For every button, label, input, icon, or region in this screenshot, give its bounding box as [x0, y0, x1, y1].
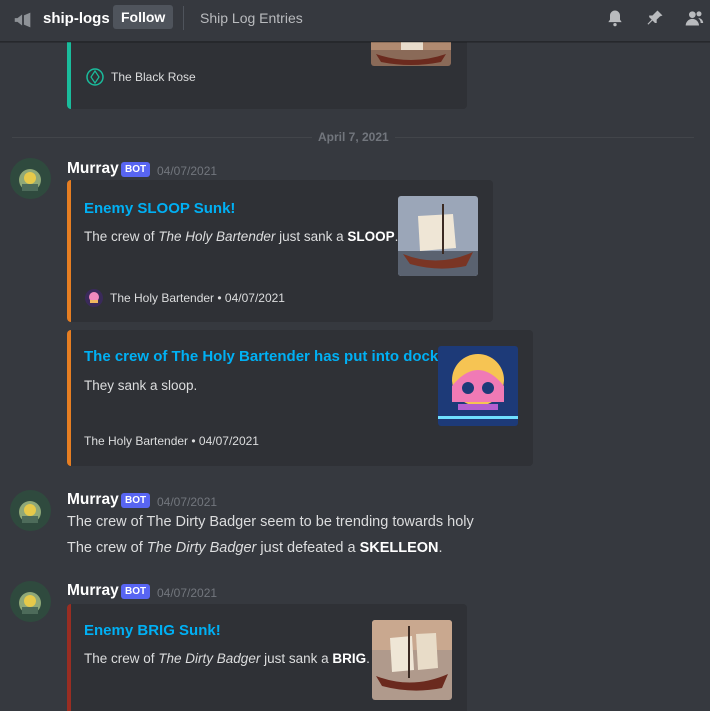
ship-thumbnail[interactable] — [398, 196, 478, 276]
embed-title[interactable]: The crew of The Holy Bartender has put i… — [84, 348, 443, 365]
embed-footer: The Holy Bartender • 04/07/2021 — [84, 288, 285, 308]
embed-description: They sank a sloop. — [84, 378, 198, 393]
embed-sloop-sunk: Enemy SLOOP Sunk! The crew of The Holy B… — [67, 180, 493, 322]
ship-thumbnail[interactable] — [372, 620, 452, 700]
embed-footer: The Holy Bartender • 04/07/2021 — [84, 434, 259, 448]
black-rose-emblem-icon — [86, 68, 104, 86]
follow-button[interactable]: Follow — [113, 5, 174, 29]
username[interactable]: Murray — [67, 160, 119, 178]
date-divider-label: April 7, 2021 — [312, 130, 395, 144]
footer-text: The Holy Bartender • 04/07/2021 — [110, 291, 285, 305]
message-timestamp[interactable]: 04/07/2021 — [157, 164, 217, 178]
bot-tag: BOT — [121, 493, 151, 508]
embed-title[interactable]: Enemy SLOOP Sunk! — [84, 200, 235, 217]
username[interactable]: Murray — [67, 582, 119, 600]
ship-thumbnail[interactable] — [371, 42, 451, 66]
members-icon[interactable] — [684, 8, 704, 28]
avatar[interactable] — [10, 581, 51, 622]
embed-brig-sunk: Enemy BRIG Sunk! The crew of The Dirty B… — [67, 604, 467, 711]
channel-header: ship-logs Follow Ship Log Entries — [0, 0, 710, 42]
footer-text: The Black Rose — [111, 70, 196, 84]
message-list[interactable]: The Black Rose April 7, 2021 Murray BOT … — [0, 42, 710, 711]
channel-name[interactable]: ship-logs — [43, 10, 110, 27]
message-text: The crew of The Dirty Badger just defeat… — [67, 540, 443, 556]
embed-footer: The Black Rose — [85, 67, 196, 87]
header-divider — [183, 6, 184, 30]
embed-title[interactable]: Enemy BRIG Sunk! — [84, 622, 221, 639]
embed-description: The crew of The Holy Bartender just sank… — [84, 229, 399, 244]
megaphone-icon — [14, 12, 31, 28]
avatar[interactable] — [10, 158, 51, 199]
message-text: The crew of The Dirty Badger seem to be … — [67, 514, 474, 530]
bot-tag: BOT — [121, 162, 151, 177]
avatar[interactable] — [10, 490, 51, 531]
embed-black-rose: The Black Rose — [67, 42, 467, 109]
message-timestamp[interactable]: 04/07/2021 — [157, 586, 217, 600]
username[interactable]: Murray — [67, 491, 119, 509]
channel-topic[interactable]: Ship Log Entries — [200, 10, 303, 26]
bot-tag: BOT — [121, 584, 151, 599]
embed-description: The crew of The Dirty Badger just sank a… — [84, 651, 370, 666]
skull-logo-icon — [85, 289, 103, 307]
bell-icon[interactable] — [605, 8, 625, 28]
message-timestamp[interactable]: 04/07/2021 — [157, 495, 217, 509]
pin-icon[interactable] — [645, 8, 665, 28]
skull-thumbnail[interactable] — [438, 346, 518, 426]
footer-text: The Holy Bartender • 04/07/2021 — [84, 434, 259, 448]
embed-put-into-dock: The crew of The Holy Bartender has put i… — [67, 330, 533, 466]
